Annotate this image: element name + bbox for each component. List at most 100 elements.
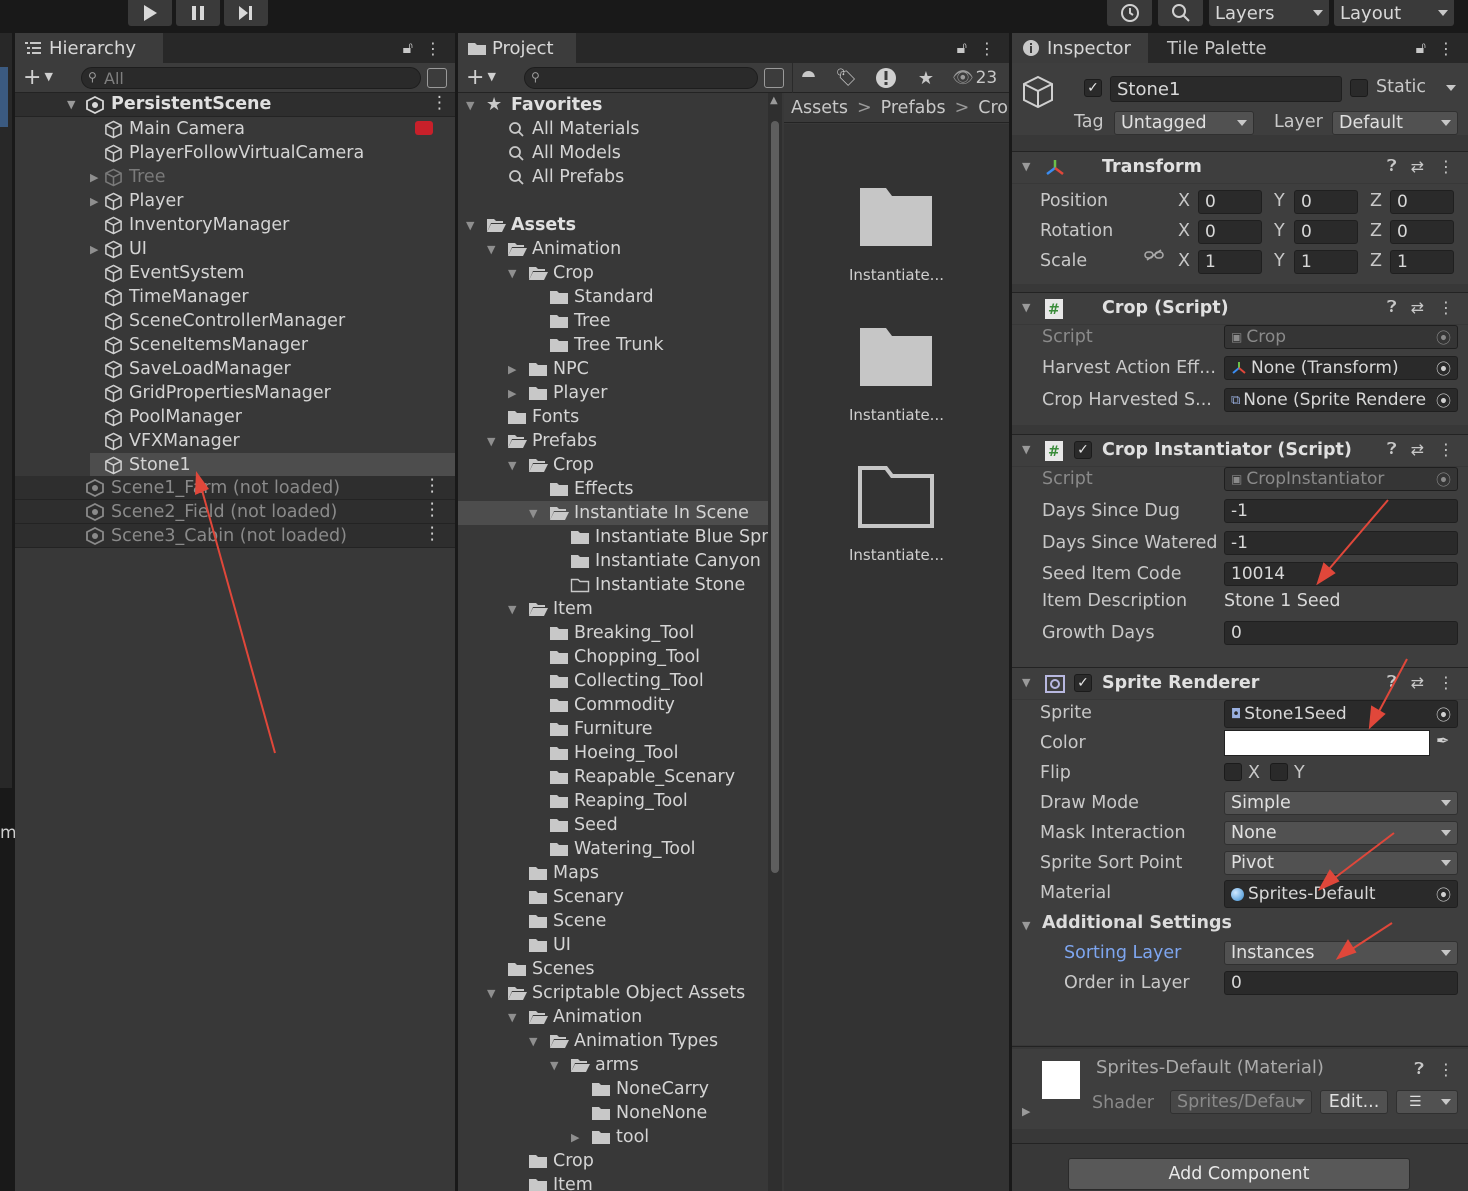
project-tree-item[interactable]: Hoeing_Tool xyxy=(458,741,768,765)
create-asset-button[interactable]: + ▼ xyxy=(466,65,496,90)
expand-arrow-icon[interactable]: ▼ xyxy=(487,243,507,256)
project-tree-item[interactable]: ▼ Crop xyxy=(458,453,768,477)
search-button[interactable] xyxy=(1158,0,1203,26)
project-tree-item[interactable]: Instantiate Stone xyxy=(458,573,768,597)
project-tree-item[interactable]: Tree xyxy=(458,309,768,333)
scale-y-field[interactable]: 1 xyxy=(1294,250,1358,274)
kebab-menu-icon[interactable]: ⋮ xyxy=(1438,298,1454,317)
tab-project[interactable]: Project xyxy=(458,33,576,63)
project-tree-item[interactable]: Seed xyxy=(458,813,768,837)
project-tree-item[interactable]: Instantiate Blue Spr xyxy=(458,525,768,549)
expand-arrow-icon[interactable]: ▶ xyxy=(90,195,104,208)
flip-y-checkbox[interactable] xyxy=(1270,763,1288,781)
hierarchy-item[interactable]: PlayerFollowVirtualCamera xyxy=(90,141,455,165)
position-z-field[interactable]: 0 xyxy=(1390,190,1454,214)
project-tree-item[interactable]: ▼ ★ Favorites xyxy=(458,93,768,117)
project-tree-item[interactable]: Crop xyxy=(458,1149,768,1173)
history-button[interactable] xyxy=(1107,0,1152,26)
layer-dropdown[interactable]: Default xyxy=(1332,111,1458,135)
additional-settings-foldout[interactable]: Additional Settings xyxy=(1042,913,1232,933)
project-tree-item[interactable]: ▶ tool xyxy=(458,1125,768,1149)
hierarchy-item[interactable]: VFXManager xyxy=(90,429,455,453)
position-x-field[interactable]: 0 xyxy=(1198,190,1262,214)
tab-inspector[interactable]: Inspector xyxy=(1012,33,1148,63)
hierarchy-item[interactable]: PoolManager xyxy=(90,405,455,429)
preset-icon[interactable]: ⇄ xyxy=(1411,440,1424,459)
static-toggle[interactable] xyxy=(1350,79,1368,97)
step-button[interactable] xyxy=(224,0,268,26)
expand-arrow-icon[interactable]: ▼ xyxy=(67,98,75,111)
help-icon[interactable]: ❓︎ xyxy=(1414,1059,1424,1079)
sorting-layer-dropdown[interactable]: Instances xyxy=(1224,941,1458,965)
hierarchy-item[interactable]: SceneControllerManager xyxy=(90,309,455,333)
lock-icon[interactable]: 🔓︎ xyxy=(403,38,413,58)
sprite-renderer-header[interactable]: ▼ ✓ Sprite Renderer ❓︎ ⇄ ⋮ xyxy=(1012,667,1468,699)
project-tree-item[interactable]: Breaking_Tool xyxy=(458,621,768,645)
hidden-packages-toggle[interactable]: 👁︎ 23 xyxy=(952,63,997,93)
kebab-menu-icon[interactable]: ⋮ xyxy=(1438,157,1454,176)
seed-item-code-field[interactable]: 10014 xyxy=(1224,562,1458,586)
project-tree-item[interactable]: Maps xyxy=(458,861,768,885)
collapse-arrow-icon[interactable]: ▶ xyxy=(508,387,528,400)
active-toggle[interactable]: ✓ xyxy=(1084,79,1102,97)
crop-script-header[interactable]: ▼ # Crop (Script) ❓︎ ⇄ ⋮ xyxy=(1012,292,1468,324)
scale-z-field[interactable]: 1 xyxy=(1390,250,1454,274)
project-tree-item[interactable]: ▶ NPC xyxy=(458,357,768,381)
expand-arrow-icon[interactable]: ▼ xyxy=(508,459,528,472)
scene-header-unloaded[interactable]: Scene1_Farm (not loaded) ⋮ xyxy=(15,476,455,500)
scrollbar-thumb[interactable] xyxy=(771,121,779,873)
flip-x-checkbox[interactable] xyxy=(1224,763,1242,781)
expand-arrow-icon[interactable]: ▶ xyxy=(90,171,104,184)
add-object-button[interactable]: + ▼ xyxy=(23,65,53,90)
kebab-menu-icon[interactable]: ⋮ xyxy=(424,476,442,496)
layout-dropdown[interactable]: Layout xyxy=(1334,0,1454,26)
project-tree-item[interactable]: Reaping_Tool xyxy=(458,789,768,813)
hierarchy-item[interactable]: Main Camera xyxy=(90,117,455,141)
scene-header-unloaded[interactable]: Scene2_Field (not loaded) ⋮ xyxy=(15,500,455,524)
help-icon[interactable]: ❓︎ xyxy=(1387,439,1397,459)
preset-icon[interactable]: ⇄ xyxy=(1411,157,1424,176)
project-tree-item[interactable]: ▼ Animation Types xyxy=(458,1029,768,1053)
breadcrumb-assets[interactable]: Assets xyxy=(791,98,848,118)
expand-arrow-icon[interactable]: ▼ xyxy=(487,987,507,1000)
constrain-proportions-icon[interactable] xyxy=(1144,248,1164,262)
hierarchy-item[interactable]: SaveLoadManager xyxy=(90,357,455,381)
expand-arrow-icon[interactable]: ▼ xyxy=(1022,676,1030,689)
project-tree-item[interactable]: Watering_Tool xyxy=(458,837,768,861)
asset-grid-item[interactable]: Instantiate... xyxy=(784,464,1009,584)
tab-hierarchy[interactable]: Hierarchy xyxy=(15,33,163,63)
breadcrumb-crop[interactable]: Crop xyxy=(978,98,1009,118)
growth-days-field[interactable]: 0 xyxy=(1224,621,1458,645)
project-tree-item[interactable]: ▶ Player xyxy=(458,381,768,405)
kebab-menu-icon[interactable]: ⋮ xyxy=(424,500,442,520)
expand-arrow-icon[interactable]: ▶ xyxy=(90,243,104,256)
eyedropper-icon[interactable]: ✒︎ xyxy=(1436,731,1449,750)
log-type-button[interactable] xyxy=(870,63,902,93)
tab-tile-palette[interactable]: Tile Palette xyxy=(1157,33,1287,63)
asset-grid-item[interactable]: Instantiate... xyxy=(784,324,1009,444)
favorites-button[interactable]: ★ xyxy=(910,63,942,93)
kebab-menu-icon[interactable]: ⋮ xyxy=(425,39,441,58)
project-tree-item[interactable]: Commodity xyxy=(458,693,768,717)
filter-by-type-button[interactable]: ⯊ xyxy=(792,63,824,93)
project-search-input[interactable]: ⚲ xyxy=(524,67,758,89)
transform-header[interactable]: ▼ Transform ❓︎ ⇄ ⋮ xyxy=(1012,151,1468,183)
expand-arrow-icon[interactable]: ▼ xyxy=(487,435,507,448)
project-tree-item[interactable]: Instantiate Canyon xyxy=(458,549,768,573)
kebab-menu-icon[interactable]: ⋮ xyxy=(979,39,995,58)
filter-by-label-button[interactable]: 🏷︎ xyxy=(830,63,862,93)
component-enabled-toggle[interactable]: ✓ xyxy=(1074,674,1092,692)
project-tree-item[interactable]: Reapable_Scenary xyxy=(458,765,768,789)
lock-icon[interactable]: 🔓︎ xyxy=(1416,38,1426,58)
days-since-dug-field[interactable]: -1 xyxy=(1224,499,1458,523)
project-tree-item[interactable]: Fonts xyxy=(458,405,768,429)
component-enabled-toggle[interactable]: ✓ xyxy=(1074,441,1092,459)
object-picker-icon[interactable]: ⦿ xyxy=(1436,884,1451,905)
expand-arrow-icon[interactable]: ▼ xyxy=(508,603,528,616)
project-tree-item[interactable]: Chopping_Tool xyxy=(458,645,768,669)
color-swatch[interactable] xyxy=(1224,730,1430,756)
crop-instantiator-header[interactable]: ▼ # ✓ Crop Instantiator (Script) ❓︎ ⇄ ⋮ xyxy=(1012,434,1468,466)
scroll-up-icon[interactable]: ▲ xyxy=(770,95,778,106)
collapse-arrow-icon[interactable]: ▶ xyxy=(508,363,528,376)
scene-search-icon[interactable] xyxy=(427,68,447,88)
